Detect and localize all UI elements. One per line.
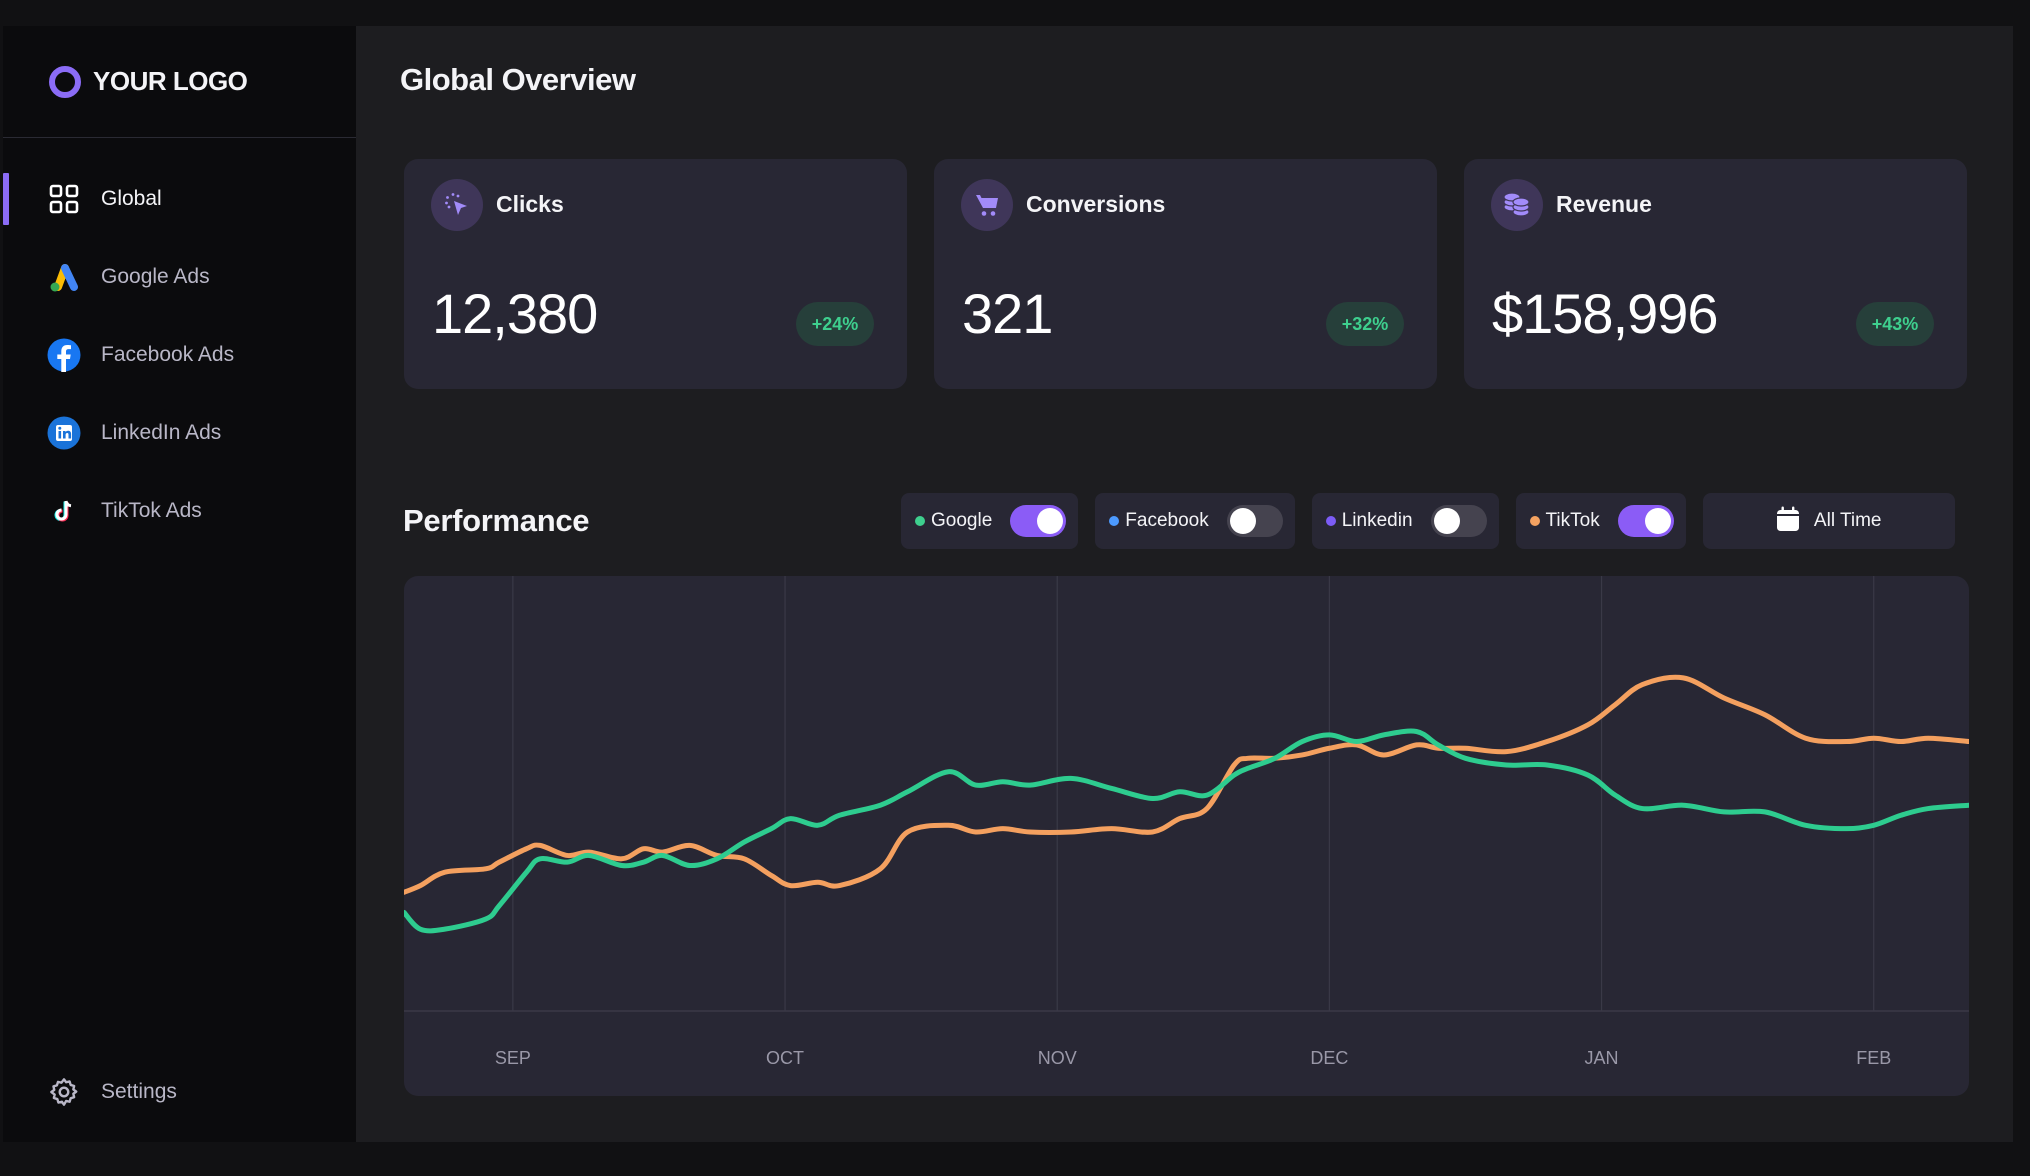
- change-badge: +24%: [796, 302, 874, 346]
- filter-label: TikTok: [1545, 510, 1600, 531]
- series-line-tiktok: [404, 674, 1969, 895]
- linkedin-legend-dot: [1325, 516, 1336, 526]
- linkedin-icon: [47, 416, 81, 450]
- filter-google: Google: [901, 493, 1079, 549]
- sidebar-item-google-ads[interactable]: Google Ads: [3, 238, 356, 316]
- gear-icon: [47, 1075, 81, 1109]
- filter-label: Linkedin: [1341, 510, 1413, 531]
- x-tick-label: OCT: [766, 1048, 804, 1068]
- date-range-button[interactable]: All Time: [1702, 493, 1955, 549]
- toggle-knob: [1037, 508, 1064, 534]
- facebook-icon: [47, 338, 81, 372]
- metric-value: 12,380: [432, 282, 598, 345]
- coins-icon: [1491, 179, 1543, 231]
- metric-card-revenue: Revenue $158,996 +43%: [1464, 159, 1967, 389]
- metric-value: $158,996: [1492, 282, 1719, 345]
- toggle-knob: [1433, 508, 1460, 534]
- x-tick-label: FEB: [1856, 1048, 1891, 1068]
- page-title: Global Overview: [400, 62, 636, 97]
- filter-tiktok: TikTok: [1515, 493, 1686, 549]
- metric-value: 321: [962, 282, 1053, 345]
- facebook-toggle[interactable]: [1226, 505, 1283, 537]
- settings-label: Settings: [101, 1080, 177, 1103]
- sidebar-item-linkedin-ads[interactable]: LinkedIn Ads: [3, 394, 356, 472]
- sidebar: YOUR LOGO Global Google Ads Facebook Ads…: [3, 26, 356, 1142]
- sidebar-item-label: Global: [101, 187, 162, 210]
- x-tick-label: SEP: [495, 1048, 531, 1068]
- sidebar-item-label: Facebook Ads: [101, 343, 235, 366]
- performance-title: Performance: [403, 503, 590, 538]
- tiktok-toggle[interactable]: [1617, 505, 1674, 537]
- sidebar-item-tiktok-ads[interactable]: TikTok Ads: [3, 472, 356, 550]
- metric-card-conversions: Conversions 321 +32%: [934, 159, 1437, 389]
- google-ads-icon: [47, 260, 81, 294]
- filter-label: Facebook: [1125, 510, 1209, 531]
- sidebar-nav: Global Google Ads Facebook Ads LinkedIn …: [3, 160, 356, 550]
- tiktok-icon: [47, 494, 81, 528]
- tiktok-legend-dot: [1529, 516, 1540, 526]
- toggle-knob: [1644, 508, 1671, 534]
- metric-title: Revenue: [1556, 191, 1652, 217]
- sidebar-item-label: TikTok Ads: [101, 499, 202, 522]
- change-badge: +43%: [1856, 302, 1934, 346]
- logo[interactable]: YOUR LOGO: [3, 26, 356, 138]
- performance-chart: SEP OCT NOV DEC JAN FEB: [404, 576, 1969, 1096]
- toggle-knob: [1229, 508, 1256, 534]
- filter-linkedin: Linkedin: [1311, 493, 1499, 549]
- main-content: Global Overview Clicks 12,380 +24% Conve…: [356, 26, 2013, 1142]
- grid-icon: [47, 182, 81, 216]
- google-toggle[interactable]: [1010, 505, 1067, 537]
- filter-label: Google: [931, 510, 993, 531]
- x-tick-label: NOV: [1038, 1048, 1077, 1068]
- linkedin-toggle[interactable]: [1430, 505, 1487, 537]
- sidebar-item-settings[interactable]: Settings: [47, 1062, 177, 1122]
- cursor-click-icon: [431, 179, 483, 231]
- app-window: YOUR LOGO Global Google Ads Facebook Ads…: [3, 26, 2013, 1142]
- metric-cards: Clicks 12,380 +24% Conversions 321 +32%: [404, 159, 1967, 389]
- sidebar-item-label: LinkedIn Ads: [101, 421, 222, 444]
- logo-ring-icon: [49, 65, 81, 98]
- change-badge: +32%: [1326, 302, 1404, 346]
- series-line-google: [404, 728, 1969, 934]
- x-axis-ticks: SEP OCT NOV DEC JAN FEB: [495, 1048, 1891, 1068]
- google-legend-dot: [915, 516, 925, 526]
- date-range-label: All Time: [1813, 510, 1882, 531]
- facebook-legend-dot: [1109, 516, 1120, 526]
- x-tick-label: JAN: [1585, 1048, 1619, 1068]
- sidebar-item-facebook-ads[interactable]: Facebook Ads: [3, 316, 356, 394]
- filter-facebook: Facebook: [1095, 493, 1295, 549]
- chart-svg: SEP OCT NOV DEC JAN FEB: [404, 576, 1969, 1068]
- shopping-cart-icon: [961, 179, 1013, 231]
- x-tick-label: DEC: [1310, 1048, 1348, 1068]
- calendar-icon: [1776, 506, 1800, 537]
- sidebar-item-global[interactable]: Global: [3, 160, 356, 238]
- metric-title: Conversions: [1026, 191, 1166, 217]
- metric-title: Clicks: [496, 191, 564, 217]
- chart-controls: Google Facebook Linkedin TikTok All Time: [901, 493, 1955, 549]
- metric-card-clicks: Clicks 12,380 +24%: [404, 159, 907, 389]
- logo-text: YOUR LOGO: [93, 66, 248, 96]
- sidebar-item-label: Google Ads: [101, 265, 210, 288]
- chart-series: [404, 674, 1969, 934]
